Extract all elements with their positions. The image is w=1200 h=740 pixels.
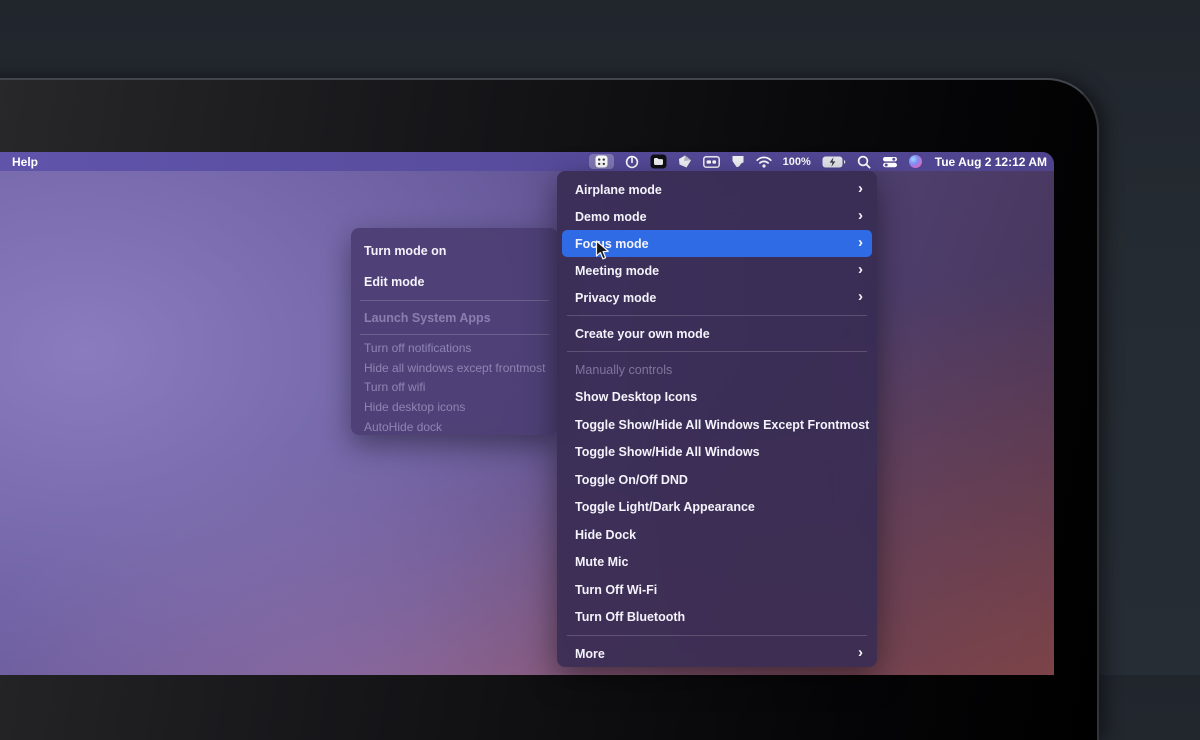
input-source-icon[interactable] bbox=[703, 156, 720, 168]
chevron-right-icon: › bbox=[858, 645, 863, 660]
battery-charging-icon[interactable] bbox=[822, 156, 846, 168]
menubar-clock[interactable]: Tue Aug 2 12:12 AM bbox=[935, 155, 1047, 169]
chevron-right-icon: › bbox=[858, 289, 863, 304]
mode-actions-submenu: Turn mode on Edit mode Launch System App… bbox=[351, 228, 558, 435]
flag-icon[interactable] bbox=[731, 155, 745, 169]
menu-item-privacy-mode[interactable]: Privacy mode› bbox=[557, 284, 877, 311]
menu-item-manually-controls: Manually controls bbox=[557, 356, 877, 384]
wifi-icon[interactable] bbox=[756, 156, 772, 168]
menu-separator bbox=[567, 351, 867, 352]
menu-item-hide-desktop-icons: Hide desktop icons bbox=[351, 397, 558, 417]
menu-item-toggle-dnd[interactable]: Toggle On/Off DND bbox=[557, 466, 877, 494]
chevron-right-icon: › bbox=[858, 181, 863, 196]
menu-item-more[interactable]: More› bbox=[557, 640, 877, 667]
menu-item-turn-off-bluetooth[interactable]: Turn Off Bluetooth bbox=[557, 604, 877, 632]
menu-item-hide-all-windows-except-frontmost: Hide all windows except frontmost bbox=[351, 358, 558, 378]
chevron-right-icon: › bbox=[858, 235, 863, 250]
menu-separator bbox=[360, 334, 549, 335]
chevron-right-icon: › bbox=[858, 208, 863, 223]
menu-separator bbox=[360, 300, 549, 301]
files-icon[interactable] bbox=[650, 154, 667, 169]
chevron-right-icon: › bbox=[858, 262, 863, 277]
power-icon[interactable] bbox=[625, 155, 639, 169]
menu-item-show-desktop-icons[interactable]: Show Desktop Icons bbox=[557, 384, 877, 412]
spotlight-icon[interactable] bbox=[857, 155, 871, 169]
menu-item-create-your-own-mode[interactable]: Create your own mode bbox=[557, 320, 877, 347]
menubar-item-help[interactable]: Help bbox=[12, 155, 38, 169]
menu-separator bbox=[567, 315, 867, 316]
menu-item-launch-system-apps: Launch System Apps bbox=[351, 304, 558, 331]
menu-item-meeting-mode[interactable]: Meeting mode› bbox=[557, 257, 877, 284]
menu-item-airplane-mode[interactable]: Airplane mode› bbox=[557, 176, 877, 203]
menu-item-toggle-light-dark[interactable]: Toggle Light/Dark Appearance bbox=[557, 494, 877, 522]
battery-percentage: 100% bbox=[783, 156, 811, 168]
menu-bar: Help 100% bbox=[0, 152, 1054, 171]
menu-item-toggle-hide-all-windows[interactable]: Toggle Show/Hide All Windows bbox=[557, 439, 877, 467]
menu-item-autohide-dock: AutoHide dock bbox=[351, 417, 558, 437]
menu-separator bbox=[567, 635, 867, 636]
app-grid-icon[interactable] bbox=[589, 154, 614, 169]
menu-item-turn-off-wifi[interactable]: Turn Off Wi-Fi bbox=[557, 576, 877, 604]
menu-item-edit-mode[interactable]: Edit mode bbox=[351, 268, 558, 295]
gem-icon[interactable] bbox=[678, 155, 692, 168]
menu-item-toggle-hide-windows-except-frontmost[interactable]: Toggle Show/Hide All Windows Except Fron… bbox=[557, 411, 877, 439]
menu-item-demo-mode[interactable]: Demo mode› bbox=[557, 203, 877, 230]
menu-item-hide-dock[interactable]: Hide Dock bbox=[557, 521, 877, 549]
menu-item-turn-mode-on[interactable]: Turn mode on bbox=[351, 237, 558, 264]
menu-item-mute-mic[interactable]: Mute Mic bbox=[557, 549, 877, 577]
menubar-status-area: 100% Tue Aug 2 12:12 AM bbox=[589, 152, 1047, 171]
menu-item-turn-off-wifi: Turn off wifi bbox=[351, 378, 558, 398]
menu-item-turn-off-notifications: Turn off notifications bbox=[351, 338, 558, 358]
mouse-cursor bbox=[595, 240, 610, 261]
control-center-icon[interactable] bbox=[882, 156, 898, 168]
siri-icon[interactable] bbox=[909, 155, 922, 168]
